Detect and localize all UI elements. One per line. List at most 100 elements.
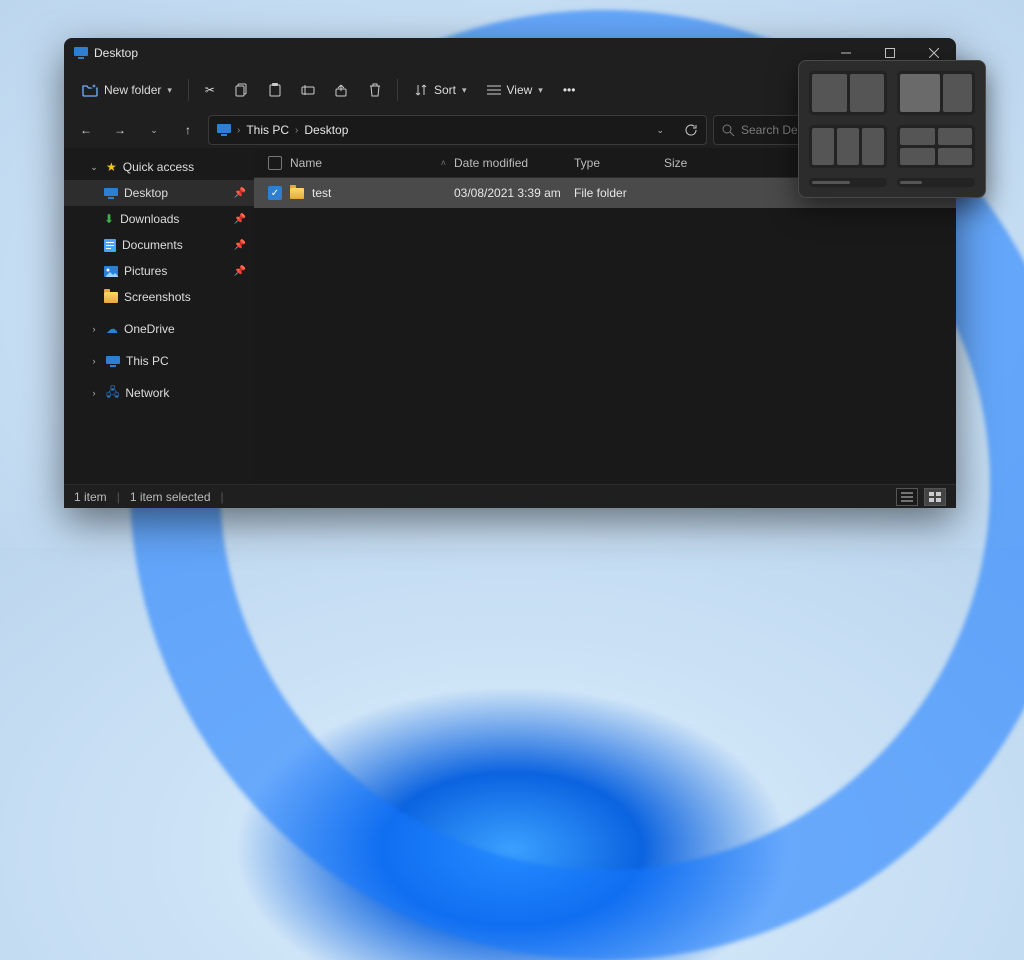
status-selected: 1 item selected [130, 490, 211, 504]
chevron-right-icon: › [295, 125, 298, 136]
sidebar-item-downloads[interactable]: ⬇ Downloads 📌 [64, 206, 254, 232]
chevron-right-icon: › [88, 356, 100, 366]
new-folder-icon [82, 83, 98, 97]
snap-layout-option[interactable] [809, 178, 887, 187]
folder-icon [290, 188, 304, 199]
star-icon: ★ [106, 160, 117, 174]
forward-button[interactable]: → [106, 116, 134, 144]
chevron-right-icon: › [237, 125, 240, 136]
sidebar-label: Quick access [123, 160, 194, 174]
monitor-icon [74, 47, 88, 59]
file-type: File folder [574, 186, 664, 200]
sidebar-label: Screenshots [124, 290, 191, 304]
sidebar-item-screenshots[interactable]: Screenshots [64, 284, 254, 310]
more-button[interactable]: ••• [555, 74, 584, 106]
snap-layouts-flyout [798, 60, 986, 198]
image-icon [104, 266, 118, 277]
sort-icon [414, 84, 428, 96]
sort-indicator-icon: ˄ [441, 158, 446, 168]
folder-icon [104, 292, 118, 303]
chevron-down-icon[interactable]: ⌄ [656, 125, 664, 136]
trash-icon [369, 83, 381, 97]
new-folder-button[interactable]: New folder ▾ [74, 74, 180, 106]
delete-button[interactable] [361, 74, 389, 106]
row-checkbox[interactable]: ✓ [268, 186, 282, 200]
sidebar-item-pictures[interactable]: Pictures 📌 [64, 258, 254, 284]
col-name[interactable]: Name [290, 156, 322, 170]
sidebar-item-desktop[interactable]: Desktop 📌 [64, 180, 254, 206]
monitor-icon [217, 124, 231, 136]
monitor-icon [104, 188, 118, 199]
pin-icon: 📌 [234, 188, 246, 199]
chevron-right-icon: › [88, 388, 100, 398]
paste-button[interactable] [261, 74, 289, 106]
view-button[interactable]: View ▾ [479, 74, 551, 106]
file-list: Name ˄ Date modified Type Size ✓ test 03… [254, 148, 956, 484]
list-icon [487, 85, 501, 95]
new-folder-label: New folder [104, 83, 161, 97]
copy-icon [235, 83, 249, 97]
sidebar-quick-access[interactable]: ⌄ ★ Quick access [64, 154, 254, 180]
snap-layout-option[interactable] [897, 125, 975, 169]
sidebar-label: OneDrive [124, 322, 175, 336]
chevron-down-icon: ▾ [462, 85, 467, 96]
chevron-down-icon: ▾ [167, 85, 172, 96]
sort-button[interactable]: Sort ▾ [406, 74, 475, 106]
rename-icon [301, 84, 315, 96]
col-size[interactable]: Size [664, 156, 744, 170]
search-icon [722, 124, 735, 137]
refresh-button[interactable] [684, 123, 698, 137]
sidebar-label: This PC [126, 354, 169, 368]
sidebar-network[interactable]: › 🖧 Network [64, 380, 254, 406]
monitor-icon [106, 356, 120, 367]
sidebar: ⌄ ★ Quick access Desktop 📌 ⬇ Downloads 📌… [64, 148, 254, 484]
snap-layout-option[interactable] [809, 125, 887, 169]
sidebar-onedrive[interactable]: › ☁ OneDrive [64, 316, 254, 342]
sidebar-item-documents[interactable]: Documents 📌 [64, 232, 254, 258]
sidebar-label: Pictures [124, 264, 167, 278]
share-button[interactable] [327, 74, 357, 106]
sidebar-this-pc[interactable]: › This PC [64, 348, 254, 374]
rename-button[interactable] [293, 74, 323, 106]
details-view-button[interactable] [896, 488, 918, 506]
chevron-right-icon: › [88, 324, 100, 334]
clipboard-icon [269, 83, 281, 97]
recent-button[interactable]: ⌄ [140, 116, 168, 144]
window-title: Desktop [94, 46, 138, 60]
scissors-icon: ✂ [205, 83, 215, 97]
chevron-down-icon: ⌄ [150, 125, 158, 136]
pin-icon: 📌 [234, 240, 246, 251]
chevron-down-icon: ⌄ [88, 162, 100, 173]
sidebar-label: Downloads [120, 212, 179, 226]
back-button[interactable]: ← [72, 116, 100, 144]
snap-layout-option[interactable] [897, 178, 975, 187]
address-bar[interactable]: › This PC › Desktop ⌄ [208, 115, 707, 145]
cut-button[interactable]: ✂ [197, 74, 223, 106]
network-icon: 🖧 [106, 383, 119, 404]
snap-layout-option[interactable] [897, 71, 975, 115]
sidebar-label: Desktop [124, 186, 168, 200]
document-icon [104, 239, 116, 252]
select-all-checkbox[interactable] [268, 156, 282, 170]
sidebar-label: Documents [122, 238, 183, 252]
file-name: test [312, 186, 331, 200]
ellipsis-icon: ••• [563, 83, 576, 97]
breadcrumb-current[interactable]: Desktop [304, 123, 348, 137]
copy-button[interactable] [227, 74, 257, 106]
view-label: View [507, 83, 533, 97]
status-bar: 1 item | 1 item selected | [64, 484, 956, 508]
col-type[interactable]: Type [574, 156, 664, 170]
snap-layout-option[interactable] [809, 71, 887, 115]
share-icon [335, 83, 349, 97]
sort-label: Sort [434, 83, 456, 97]
up-button[interactable]: ↑ [174, 116, 202, 144]
pin-icon: 📌 [234, 266, 246, 277]
chevron-down-icon: ▾ [538, 85, 543, 96]
download-icon: ⬇ [104, 212, 114, 226]
thumbnails-view-button[interactable] [924, 488, 946, 506]
cloud-icon: ☁ [106, 322, 118, 336]
status-count: 1 item [74, 490, 107, 504]
file-date: 03/08/2021 3:39 am [454, 186, 574, 200]
col-date[interactable]: Date modified [454, 156, 574, 170]
breadcrumb-root[interactable]: This PC [246, 123, 289, 137]
